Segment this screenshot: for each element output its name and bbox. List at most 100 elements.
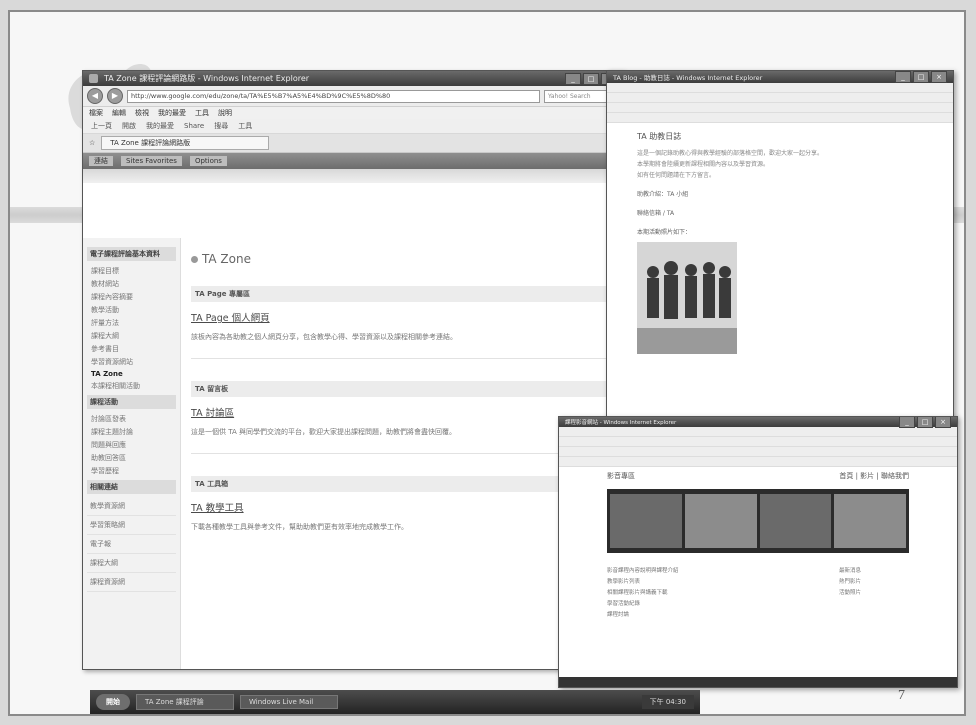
section-ta-tools: TA 工具箱 TA 教學工具 下載各種教學工具與參考文件，幫助助教們更有效率地完… <box>191 476 613 532</box>
site-banner <box>83 169 623 183</box>
blog-window-title: TA Blog - 助教日誌 - Windows Internet Explor… <box>613 74 763 82</box>
site-address-bar[interactable] <box>559 427 957 437</box>
close-button[interactable]: × <box>931 71 947 83</box>
blog-content: TA 助教日誌 這是一個記錄助教心得與教學經驗的部落格空間，歡迎大家一起分享。 … <box>607 123 953 362</box>
sidebar-item[interactable]: 課程內容摘要 <box>87 290 176 303</box>
system-tray-clock: 下午 04:30 <box>641 695 694 709</box>
section-link[interactable]: TA Page 個人網頁 <box>191 310 613 324</box>
sidebar-section-title: 課程活動 <box>87 395 176 409</box>
page-toolbar-item[interactable]: Sites Favorites <box>121 156 182 166</box>
sidebar-item[interactable]: 助教回答區 <box>87 451 176 464</box>
page-title-text: TA Zone <box>202 252 251 266</box>
page-toolbar-item[interactable]: 連結 <box>89 156 113 166</box>
film-strip-banner <box>607 489 909 553</box>
close-button[interactable]: × <box>935 417 951 428</box>
sidebar-link[interactable]: 電子報 <box>87 535 176 554</box>
menu-tools[interactable]: 工具 <box>195 108 209 118</box>
page-content: 電子課程評論基本資料 課程目標 教材網站 課程內容摘要 教學活動 評量方法 課程… <box>83 238 623 669</box>
sidebar-link[interactable]: 課程資源網 <box>87 573 176 592</box>
toolbar-item[interactable]: 我的最愛 <box>144 121 176 131</box>
section-link[interactable]: TA 討論區 <box>191 405 613 419</box>
toolbar-item[interactable]: Share <box>182 122 206 130</box>
start-button[interactable]: 開始 <box>96 694 130 710</box>
section-link[interactable]: TA 教學工具 <box>191 500 613 514</box>
site-window-title: 課程影音網站 - Windows Internet Explorer <box>565 420 677 426</box>
favorites-star-icon[interactable]: ☆ <box>89 139 95 147</box>
taskbar-task[interactable]: Windows Live Mail <box>240 695 338 709</box>
site-side-line[interactable]: 活動照片 <box>839 588 909 596</box>
main-content: TA Zone TA Page 專屬區 TA Page 個人網頁 該板內容為各助… <box>181 238 623 669</box>
command-toolbar: 上一頁 開啟 我的最愛 Share 搜尋 工具 <box>83 119 623 134</box>
sidebar-link[interactable]: 教學資源網 <box>87 497 176 516</box>
page-toolbar: 連結 Sites Favorites Options <box>83 153 623 169</box>
sidebar-link[interactable]: 課程大綱 <box>87 554 176 573</box>
sidebar-item[interactable]: 課程主題討論 <box>87 425 176 438</box>
site-taskbar <box>559 677 957 687</box>
menu-view[interactable]: 檢視 <box>135 108 149 118</box>
page-toolbar-item[interactable]: Options <box>189 156 227 166</box>
blog-window-titlebar: TA Blog - 助教日誌 - Windows Internet Explor… <box>607 71 953 83</box>
toolbar-item[interactable]: 開啟 <box>120 121 138 131</box>
toolbar-item[interactable]: 搜尋 <box>212 121 230 131</box>
toolbar-item[interactable]: 上一頁 <box>89 121 114 131</box>
menu-edit[interactable]: 編輯 <box>112 108 126 118</box>
blog-label: 本期活動照片如下： <box>637 229 692 236</box>
sidebar-section-title: 相關連結 <box>87 480 176 494</box>
section-header: TA 工具箱 <box>191 476 613 492</box>
sidebar-item[interactable]: 學習歷程 <box>87 464 176 477</box>
toolbar-item[interactable]: 工具 <box>236 121 254 131</box>
menu-favorites[interactable]: 我的最愛 <box>158 108 186 118</box>
minimize-button[interactable]: _ <box>565 72 581 85</box>
address-row: ◀ ▶ http://www.google.com/edu/zone/ta/TA… <box>83 86 623 107</box>
film-frame <box>684 494 757 548</box>
ie-icon <box>89 74 98 83</box>
menu-file[interactable]: 檔案 <box>89 108 103 118</box>
maximize-button[interactable]: □ <box>583 72 599 85</box>
section-header: TA Page 專屬區 <box>191 286 613 302</box>
menu-bar: 檔案 編輯 檢視 我的最愛 工具 說明 <box>83 107 623 119</box>
blog-heading: TA 助教日誌 <box>637 132 682 141</box>
forward-button[interactable]: ▶ <box>107 88 123 104</box>
back-button[interactable]: ◀ <box>87 88 103 104</box>
site-nav[interactable]: 首頁 | 影片 | 聯絡我們 <box>839 471 909 481</box>
maximize-button[interactable]: □ <box>913 71 929 83</box>
slide: TA Zone 課程評論網路版 - Windows Internet Explo… <box>8 10 966 716</box>
sidebar-link[interactable]: 學習策略網 <box>87 516 176 535</box>
sidebar-item[interactable]: 學習資源網站 <box>87 355 176 368</box>
tab-ta-zone[interactable]: TA Zone 課程評論網路版 <box>101 136 270 150</box>
sidebar-item[interactable]: 參考書目 <box>87 342 176 355</box>
minimize-button[interactable]: _ <box>895 71 911 83</box>
blog-browser-window: TA Blog - 助教日誌 - Windows Internet Explor… <box>606 70 954 422</box>
sidebar-item-ta-zone[interactable]: TA Zone <box>87 368 176 379</box>
group-photo <box>637 242 737 354</box>
site-text-line: 影音課程內容說明與課程介紹 <box>607 568 679 574</box>
site-side-line[interactable]: 最新消息 <box>839 566 909 574</box>
window-controls: _ □ × <box>895 71 947 83</box>
main-browser-window: TA Zone 課程評論網路版 - Windows Internet Explo… <box>82 70 624 670</box>
address-bar[interactable]: http://www.google.com/edu/zone/ta/TA%E5%… <box>127 89 540 103</box>
sidebar-item[interactable]: 本課程相關活動 <box>87 379 176 392</box>
sidebar-item[interactable]: 課程大綱 <box>87 329 176 342</box>
site-side-line[interactable]: 熱門影片 <box>839 577 909 585</box>
site-menu-bar <box>559 437 957 447</box>
sidebar-item[interactable]: 教材網站 <box>87 277 176 290</box>
taskbar-task[interactable]: TA Zone 課程評論 <box>136 694 234 710</box>
sidebar-item[interactable]: 評量方法 <box>87 316 176 329</box>
site-text-line[interactable]: 學習活動紀錄 <box>607 599 829 607</box>
blog-label[interactable]: 助教介紹：TA 小組 <box>637 189 923 198</box>
maximize-button[interactable]: □ <box>917 417 933 428</box>
sidebar-item[interactable]: 問題與回應 <box>87 438 176 451</box>
menu-help[interactable]: 說明 <box>218 108 232 118</box>
blog-label[interactable]: 聯絡信箱 / TA <box>637 208 923 217</box>
minimize-button[interactable]: _ <box>899 417 915 428</box>
blog-menu-bar <box>607 93 953 103</box>
sidebar-item[interactable]: 討論區發表 <box>87 412 176 425</box>
divider <box>191 453 613 454</box>
sidebar-item[interactable]: 課程目標 <box>87 264 176 277</box>
blog-address-bar[interactable] <box>607 83 953 93</box>
site-text-line[interactable]: 相關課程影片與講義下載 <box>607 588 829 596</box>
site-text-line[interactable]: 教學影片列表 <box>607 577 829 585</box>
sidebar-item[interactable]: 教學活動 <box>87 303 176 316</box>
site-text-line[interactable]: 課程討論 <box>607 610 829 618</box>
site-main: 影音課程內容說明與課程介紹 教學影片列表 相關課程影片與講義下載 學習活動紀錄 … <box>607 563 829 621</box>
